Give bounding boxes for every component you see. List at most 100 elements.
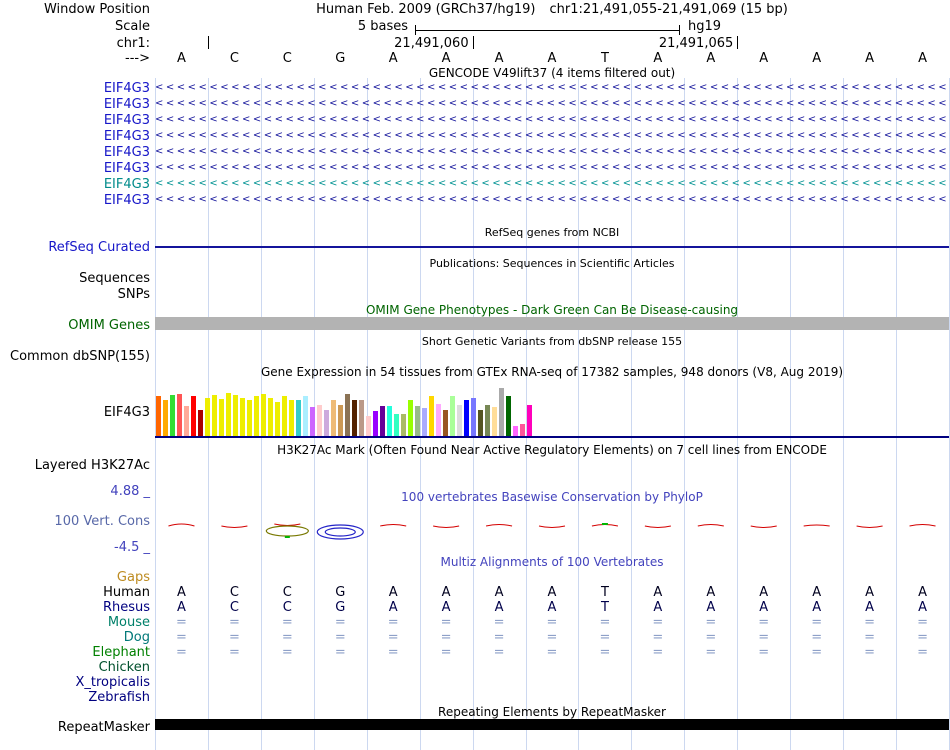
gtex-bar[interactable]	[380, 406, 385, 436]
repeatmasker-label[interactable]: RepeatMasker	[0, 720, 150, 735]
gtex-bar[interactable]	[359, 400, 364, 436]
species-label[interactable]: X_tropicalis	[0, 675, 151, 690]
gene-label[interactable]: EIF4G3	[0, 129, 150, 144]
gtex-bar[interactable]	[191, 396, 196, 436]
gtex-bar[interactable]	[366, 416, 371, 436]
gene-transcript[interactable]: <<<<<<<<<<<<<<<<<<<<<<<<<<<<<<<<<<<<<<<<…	[155, 162, 949, 174]
gtex-bar[interactable]	[226, 393, 231, 436]
gtex-bar[interactable]	[415, 406, 420, 436]
gtex-bar[interactable]	[499, 388, 504, 436]
gene-transcript[interactable]: <<<<<<<<<<<<<<<<<<<<<<<<<<<<<<<<<<<<<<<<…	[155, 114, 949, 126]
gtex-bar[interactable]	[331, 400, 336, 436]
refseq-curated-label[interactable]: RefSeq Curated	[0, 240, 150, 255]
alignment-cell: =	[440, 645, 452, 660]
gtex-bar[interactable]	[275, 402, 280, 436]
multiz-gaps-label[interactable]: Gaps	[0, 570, 150, 585]
gtex-bar[interactable]	[401, 414, 406, 436]
gtex-bar[interactable]	[170, 395, 175, 436]
gtex-bar[interactable]	[296, 400, 301, 436]
phylop-wiggle[interactable]	[155, 502, 949, 557]
gtex-bar[interactable]	[527, 405, 532, 436]
gene-transcript[interactable]: <<<<<<<<<<<<<<<<<<<<<<<<<<<<<<<<<<<<<<<<…	[155, 194, 949, 206]
gtex-bar[interactable]	[394, 414, 399, 436]
gene-label[interactable]: EIF4G3	[0, 81, 150, 96]
scale-bar	[415, 30, 680, 31]
base-letter: A	[759, 51, 769, 66]
gtex-bar[interactable]	[471, 398, 476, 436]
gtex-bar[interactable]	[268, 398, 273, 436]
gtex-bar[interactable]	[324, 410, 329, 436]
alignment-cell: A	[759, 585, 769, 600]
species-label[interactable]: Dog	[0, 630, 150, 645]
gtex-bar[interactable]	[513, 426, 518, 436]
gtex-bar[interactable]	[506, 396, 511, 436]
gene-label[interactable]: EIF4G3	[0, 193, 150, 208]
species-label[interactable]: Zebrafish	[0, 690, 150, 705]
gtex-bar[interactable]	[520, 424, 525, 436]
snps-label[interactable]: SNPs	[0, 287, 150, 302]
sequences-label[interactable]: Sequences	[0, 271, 150, 286]
gtex-bar[interactable]	[212, 395, 217, 436]
gtex-bar[interactable]	[261, 394, 266, 436]
gtex-bar[interactable]	[156, 396, 161, 436]
gtex-bar[interactable]	[233, 395, 238, 436]
alignment-cell: =	[228, 630, 240, 645]
species-label[interactable]: Human	[0, 585, 150, 600]
gene-label[interactable]: EIF4G3	[0, 97, 150, 112]
gtex-bar[interactable]	[177, 394, 182, 436]
gene-transcript[interactable]: <<<<<<<<<<<<<<<<<<<<<<<<<<<<<<<<<<<<<<<<…	[155, 130, 949, 142]
gene-label[interactable]: EIF4G3	[0, 177, 150, 192]
gtex-bar[interactable]	[184, 406, 189, 436]
gene-label[interactable]: EIF4G3	[0, 113, 150, 128]
phylop-label[interactable]: 100 Vert. Cons	[0, 514, 150, 529]
gtex-bar[interactable]	[205, 398, 210, 436]
alignment-cell: A	[547, 600, 557, 615]
gene-transcript[interactable]: <<<<<<<<<<<<<<<<<<<<<<<<<<<<<<<<<<<<<<<<…	[155, 146, 949, 158]
gtex-bar[interactable]	[352, 400, 357, 436]
scale-value: 5 bases	[357, 19, 408, 34]
gtex-bar[interactable]	[408, 400, 413, 436]
chrom-label: chr1:	[116, 36, 150, 51]
gtex-bar[interactable]	[303, 396, 308, 436]
gtex-bar[interactable]	[240, 398, 245, 436]
species-label[interactable]: Rhesus	[0, 600, 150, 615]
h3k27ac-label[interactable]: Layered H3K27Ac	[0, 458, 150, 473]
omim-genes-label[interactable]: OMIM Genes	[0, 318, 150, 333]
gene-transcript[interactable]: <<<<<<<<<<<<<<<<<<<<<<<<<<<<<<<<<<<<<<<<…	[155, 82, 949, 94]
gtex-bar[interactable]	[254, 396, 259, 436]
gtex-bar[interactable]	[373, 411, 378, 436]
gtex-bar[interactable]	[317, 405, 322, 436]
refseq-curated-track[interactable]	[155, 246, 949, 248]
gtex-bar[interactable]	[247, 400, 252, 436]
omim-genes-track[interactable]	[155, 317, 949, 330]
gtex-bar[interactable]	[310, 407, 315, 436]
gtex-bar[interactable]	[219, 399, 224, 436]
gene-label[interactable]: EIF4G3	[0, 161, 150, 176]
gene-transcript[interactable]: <<<<<<<<<<<<<<<<<<<<<<<<<<<<<<<<<<<<<<<<…	[155, 98, 949, 110]
species-label[interactable]: Mouse	[0, 615, 150, 630]
gtex-bar[interactable]	[422, 408, 427, 436]
gtex-bar[interactable]	[338, 405, 343, 436]
dbsnp-label[interactable]: Common dbSNP(155)	[0, 349, 150, 364]
gtex-bar[interactable]	[429, 396, 434, 436]
gene-transcript[interactable]: <<<<<<<<<<<<<<<<<<<<<<<<<<<<<<<<<<<<<<<<…	[155, 178, 949, 190]
gtex-bar[interactable]	[478, 410, 483, 436]
gtex-bar[interactable]	[387, 406, 392, 436]
gtex-bar[interactable]	[485, 405, 490, 436]
gtex-bar[interactable]	[492, 407, 497, 436]
gtex-bar[interactable]	[198, 410, 203, 436]
gtex-bar[interactable]	[464, 400, 469, 436]
gtex-bar[interactable]	[450, 396, 455, 436]
species-label[interactable]: Chicken	[0, 660, 150, 675]
gtex-gene-label[interactable]: EIF4G3	[0, 405, 150, 420]
gtex-bar[interactable]	[289, 400, 294, 436]
gtex-bar[interactable]	[282, 396, 287, 436]
gtex-bar[interactable]	[345, 394, 350, 436]
repeatmasker-track[interactable]	[155, 719, 949, 730]
gtex-bar[interactable]	[443, 410, 448, 436]
species-label[interactable]: Elephant	[0, 645, 150, 660]
gtex-bar[interactable]	[163, 400, 168, 436]
gtex-bar[interactable]	[457, 405, 462, 436]
gene-label[interactable]: EIF4G3	[0, 145, 150, 160]
gtex-bar[interactable]	[436, 404, 441, 436]
